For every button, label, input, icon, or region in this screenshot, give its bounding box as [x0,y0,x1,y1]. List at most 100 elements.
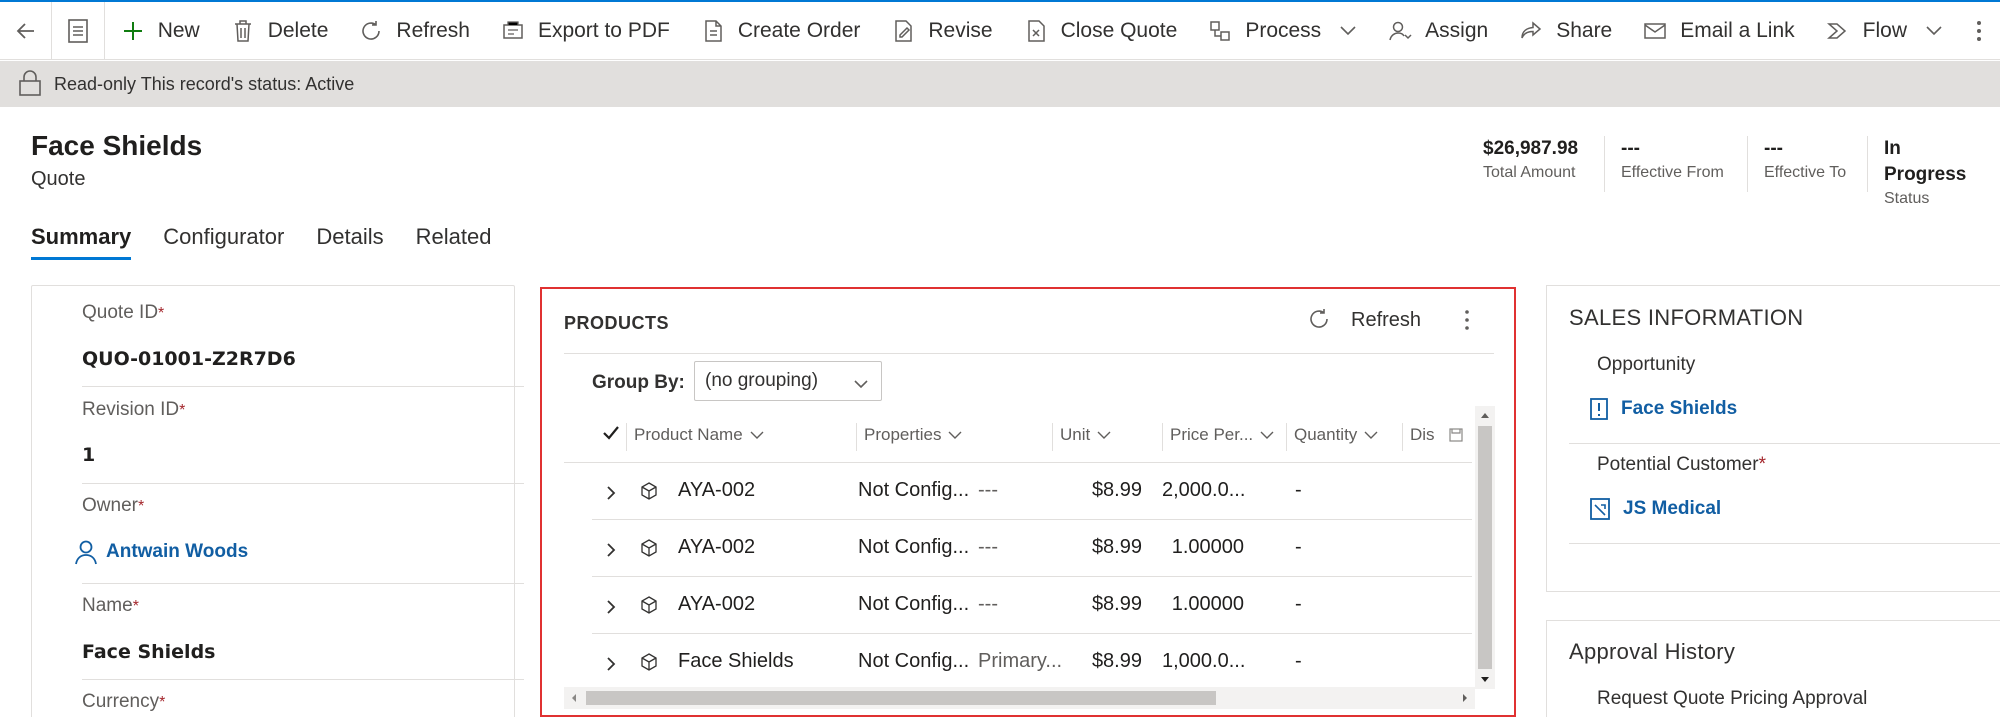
products-more-button[interactable] [1457,307,1477,338]
form-icon [68,18,88,43]
scroll-left-arrow-icon[interactable] [566,687,582,709]
owner-link[interactable]: Antwain Woods [74,539,516,565]
tab-details[interactable]: Details [316,224,383,260]
refresh-button[interactable]: Refresh [343,2,485,60]
revise-button[interactable]: Revise [875,2,1007,60]
product-box-icon [641,596,657,614]
sales-information-title: SALES INFORMATION [1569,305,1804,330]
export-pdf-label: Export to PDF [537,18,670,42]
cell-price: $8.99 [1091,593,1142,615]
products-divider [564,353,1494,354]
vertical-scroll-thumb[interactable] [1478,426,1492,669]
cell-unit: --- [978,593,998,615]
column-header-discount[interactable]: Dis [1410,425,1463,445]
quote-id-value[interactable]: QUO-01001-Z2R7D6 [82,348,524,370]
table-row[interactable]: AYA-002 Not Config... --- $8.99 1.00000 … [592,520,1472,577]
column-header-quantity[interactable]: Quantity [1294,425,1379,445]
cell-quantity: 1.00000 [1171,593,1244,615]
cell-product-name[interactable]: AYA-002 [678,479,755,502]
scroll-right-arrow-icon[interactable] [1457,687,1473,709]
cell-quantity: 1.00000 [1171,536,1244,558]
owner-value: Antwain Woods [106,541,249,562]
header-field-value: In Progress [1884,138,1967,185]
vertical-scrollbar[interactable] [1475,406,1495,689]
opportunity-label: Opportunity [1597,354,1696,375]
process-icon [1207,18,1233,44]
group-by-label: Group By: [592,372,685,393]
table-row[interactable]: AYA-002 Not Config... --- $8.99 2,000.0.… [592,463,1472,520]
cell-product-name[interactable]: AYA-002 [678,536,755,559]
close-quote-button[interactable]: Close Quote [1008,2,1193,60]
table-row[interactable]: AYA-002 Not Config... --- $8.99 1.00000 … [592,577,1472,634]
command-bar: New Delete Refresh Export to PDF Create … [0,1,2000,60]
chevron-right-icon[interactable] [606,599,616,615]
header-fields: $26,987.98 Total Amount --- Effective Fr… [1467,136,2000,207]
form-selector-button[interactable] [52,1,105,60]
opportunity-link[interactable]: Face Shields [1589,397,1737,421]
cell-product-name[interactable]: AYA-002 [678,593,755,616]
chevron-right-icon[interactable] [606,485,616,501]
header-effective-to: --- Effective To [1747,136,1867,192]
owner-label: Owner [82,495,138,516]
header-field-label: Effective From [1621,164,1724,181]
chevron-right-icon[interactable] [606,542,616,558]
process-button[interactable]: Process [1192,2,1372,60]
potential-customer-value: JS Medical [1623,498,1722,519]
column-header-properties[interactable]: Properties [864,425,963,445]
record-title: Face Shields [31,130,203,161]
column-separator [1162,423,1163,451]
chevron-right-icon[interactable] [606,656,616,672]
name-label: Name [82,595,133,616]
more-commands-button[interactable] [1958,2,2000,60]
cell-discount: - [1295,479,1302,501]
column-header-price-per[interactable]: Price Per... [1170,425,1275,445]
create-order-button[interactable]: Create Order [685,2,876,60]
scroll-up-arrow-icon[interactable] [1475,408,1495,424]
back-button[interactable] [0,1,53,60]
select-all-checkmark[interactable] [602,425,620,441]
potential-customer-link[interactable]: JS Medical [1589,497,1721,521]
revision-id-label: Revision ID [82,399,180,420]
tab-summary[interactable]: Summary [31,224,132,260]
process-label: Process [1245,18,1322,42]
summary-card: Quote ID* QUO-01001-Z2R7D6 Revision ID* … [31,285,524,717]
export-pdf-button[interactable]: Export to PDF [485,2,685,60]
cell-properties: Not Config... [858,650,970,672]
name-field: Name* [82,595,524,617]
column-separator [1052,423,1053,451]
required-marker: * [179,402,186,419]
tab-related[interactable]: Related [416,224,492,260]
email-link-button[interactable]: Email a Link [1627,2,1809,60]
cell-unit: --- [978,536,998,558]
delete-button[interactable]: Delete [215,2,344,60]
products-refresh-button[interactable]: Refresh [1307,307,1421,333]
table-row[interactable]: Face Shields Not Config... Primary... $8… [592,634,1472,691]
chevron-down-icon [749,430,765,440]
refresh-icon [358,18,384,44]
assign-button[interactable]: Assign [1372,2,1503,60]
flow-button[interactable]: Flow [1810,2,1958,60]
column-header-product-name[interactable]: Product Name [634,425,765,445]
column-separator [626,423,627,451]
header-field-label: Total Amount [1483,164,1576,181]
column-separator [1286,423,1287,451]
share-label: Share [1556,18,1613,42]
column-header-label: Price Per... [1170,425,1254,444]
scroll-down-arrow-icon[interactable] [1475,671,1495,687]
tab-configurator[interactable]: Configurator [163,224,284,260]
revision-id-value[interactable]: 1 [82,444,524,466]
field-divider [82,386,524,387]
header-status: In Progress Status [1867,136,2000,207]
new-button[interactable]: New [105,2,215,60]
group-by-select[interactable]: (no grouping) [694,361,882,401]
cell-product-name[interactable]: Face Shields [678,650,794,673]
horizontal-scroll-thumb[interactable] [586,691,1216,705]
currency-field: Currency* [82,691,524,713]
share-button[interactable]: Share [1503,2,1627,60]
column-header-unit[interactable]: Unit [1060,425,1112,445]
name-value[interactable]: Face Shields [82,641,524,663]
field-divider [82,583,524,584]
horizontal-scrollbar[interactable] [564,687,1475,709]
currency-label: Currency [82,691,160,712]
approval-history-item[interactable]: Request Quote Pricing Approval [1597,688,1867,710]
